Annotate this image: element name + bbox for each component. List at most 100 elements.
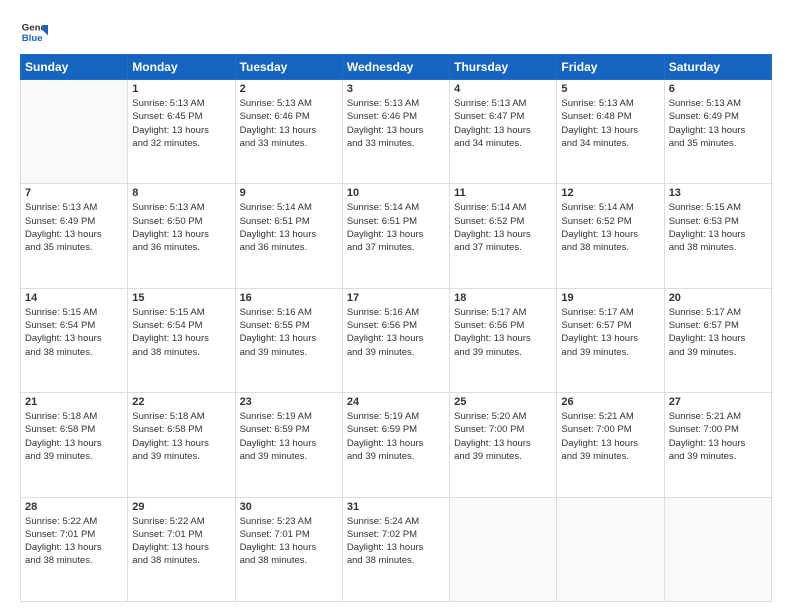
header: General Blue (20, 18, 772, 46)
day-number: 22 (132, 396, 230, 408)
calendar-cell: 4 Sunrise: 5:13 AMSunset: 6:47 PMDaylight… (450, 80, 557, 184)
day-number: 9 (240, 187, 338, 199)
calendar-cell: 26 Sunrise: 5:21 AMSunset: 7:00 PMDayligh… (557, 393, 664, 497)
calendar-cell: 3 Sunrise: 5:13 AMSunset: 6:46 PMDaylight… (342, 80, 449, 184)
day-number: 7 (25, 187, 123, 199)
cell-info: Sunrise: 5:18 AMSunset: 6:58 PMDaylight:… (132, 410, 230, 463)
day-number: 5 (561, 83, 659, 95)
weekday-header-wednesday: Wednesday (342, 55, 449, 80)
day-number: 31 (347, 501, 445, 513)
weekday-header-saturday: Saturday (664, 55, 771, 80)
day-number: 26 (561, 396, 659, 408)
day-number: 29 (132, 501, 230, 513)
calendar-cell (664, 497, 771, 601)
day-number: 15 (132, 292, 230, 304)
calendar-cell: 28Sunrise: 5:22 AMSunset: 7:01 PMDayligh… (21, 497, 128, 601)
day-number: 16 (240, 292, 338, 304)
day-number: 21 (25, 396, 123, 408)
day-number: 17 (347, 292, 445, 304)
calendar-cell: 1 Sunrise: 5:13 AMSunset: 6:45 PMDaylight… (128, 80, 235, 184)
cell-info: Sunrise: 5:19 AMSunset: 6:59 PMDaylight:… (240, 410, 338, 463)
calendar-cell: 2 Sunrise: 5:13 AMSunset: 6:46 PMDaylight… (235, 80, 342, 184)
cell-info: Sunrise: 5:13 AMSunset: 6:49 PMDaylight:… (669, 97, 767, 150)
week-row-0: 1 Sunrise: 5:13 AMSunset: 6:45 PMDaylight… (21, 80, 772, 184)
week-row-3: 21 Sunrise: 5:18 AMSunset: 6:58 PMDayligh… (21, 393, 772, 497)
calendar-cell (21, 80, 128, 184)
cell-info: Sunrise: 5:14 AMSunset: 6:52 PMDaylight:… (561, 201, 659, 254)
calendar-cell: 5 Sunrise: 5:13 AMSunset: 6:48 PMDaylight… (557, 80, 664, 184)
calendar-cell: 20 Sunrise: 5:17 AMSunset: 6:57 PMDayligh… (664, 288, 771, 392)
calendar-cell: 13 Sunrise: 5:15 AMSunset: 6:53 PMDayligh… (664, 184, 771, 288)
cell-info: Sunrise: 5:13 AMSunset: 6:46 PMDaylight:… (240, 97, 338, 150)
calendar-cell: 6Sunrise: 5:13 AMSunset: 6:49 PMDaylight… (664, 80, 771, 184)
cell-info: Sunrise: 5:13 AMSunset: 6:47 PMDaylight:… (454, 97, 552, 150)
weekday-header-monday: Monday (128, 55, 235, 80)
calendar-cell: 19 Sunrise: 5:17 AMSunset: 6:57 PMDayligh… (557, 288, 664, 392)
calendar-cell: 12 Sunrise: 5:14 AMSunset: 6:52 PMDayligh… (557, 184, 664, 288)
day-number: 23 (240, 396, 338, 408)
day-number: 10 (347, 187, 445, 199)
day-number: 2 (240, 83, 338, 95)
day-number: 24 (347, 396, 445, 408)
day-number: 18 (454, 292, 552, 304)
calendar-cell (450, 497, 557, 601)
weekday-header-sunday: Sunday (21, 55, 128, 80)
cell-info: Sunrise: 5:17 AMSunset: 6:57 PMDaylight:… (561, 306, 659, 359)
svg-text:Blue: Blue (22, 33, 43, 44)
day-number: 14 (25, 292, 123, 304)
calendar-cell: 10Sunrise: 5:14 AMSunset: 6:51 PMDayligh… (342, 184, 449, 288)
cell-info: Sunrise: 5:21 AMSunset: 7:00 PMDaylight:… (669, 410, 767, 463)
calendar-cell: 18Sunrise: 5:17 AMSunset: 6:56 PMDayligh… (450, 288, 557, 392)
cell-info: Sunrise: 5:14 AMSunset: 6:51 PMDaylight:… (240, 201, 338, 254)
day-number: 25 (454, 396, 552, 408)
cell-info: Sunrise: 5:13 AMSunset: 6:46 PMDaylight:… (347, 97, 445, 150)
cell-info: Sunrise: 5:18 AMSunset: 6:58 PMDaylight:… (25, 410, 123, 463)
calendar-cell: 17Sunrise: 5:16 AMSunset: 6:56 PMDayligh… (342, 288, 449, 392)
cell-info: Sunrise: 5:13 AMSunset: 6:48 PMDaylight:… (561, 97, 659, 150)
calendar-cell: 16 Sunrise: 5:16 AMSunset: 6:55 PMDayligh… (235, 288, 342, 392)
day-number: 19 (561, 292, 659, 304)
calendar-cell: 15 Sunrise: 5:15 AMSunset: 6:54 PMDayligh… (128, 288, 235, 392)
calendar-table: SundayMondayTuesdayWednesdayThursdayFrid… (20, 54, 772, 602)
day-number: 20 (669, 292, 767, 304)
cell-info: Sunrise: 5:13 AMSunset: 6:45 PMDaylight:… (132, 97, 230, 150)
day-number: 12 (561, 187, 659, 199)
calendar-cell: 27 Sunrise: 5:21 AMSunset: 7:00 PMDayligh… (664, 393, 771, 497)
cell-info: Sunrise: 5:13 AMSunset: 6:49 PMDaylight:… (25, 201, 123, 254)
day-number: 8 (132, 187, 230, 199)
cell-info: Sunrise: 5:17 AMSunset: 6:57 PMDaylight:… (669, 306, 767, 359)
cell-info: Sunrise: 5:14 AMSunset: 6:52 PMDaylight:… (454, 201, 552, 254)
calendar-cell: 8 Sunrise: 5:13 AMSunset: 6:50 PMDaylight… (128, 184, 235, 288)
day-number: 13 (669, 187, 767, 199)
calendar-cell: 31 Sunrise: 5:24 AMSunset: 7:02 PMDayligh… (342, 497, 449, 601)
weekday-header-tuesday: Tuesday (235, 55, 342, 80)
logo: General Blue (20, 18, 48, 46)
cell-info: Sunrise: 5:20 AMSunset: 7:00 PMDaylight:… (454, 410, 552, 463)
cell-info: Sunrise: 5:13 AMSunset: 6:50 PMDaylight:… (132, 201, 230, 254)
cell-info: Sunrise: 5:21 AMSunset: 7:00 PMDaylight:… (561, 410, 659, 463)
calendar-cell: 7 Sunrise: 5:13 AMSunset: 6:49 PMDaylight… (21, 184, 128, 288)
logo-icon: General Blue (20, 18, 48, 46)
calendar-cell: 9 Sunrise: 5:14 AMSunset: 6:51 PMDaylight… (235, 184, 342, 288)
day-number: 11 (454, 187, 552, 199)
day-number: 1 (132, 83, 230, 95)
day-number: 30 (240, 501, 338, 513)
calendar-cell: 24Sunrise: 5:19 AMSunset: 6:59 PMDayligh… (342, 393, 449, 497)
cell-info: Sunrise: 5:22 AMSunset: 7:01 PMDaylight:… (25, 515, 123, 568)
day-number: 3 (347, 83, 445, 95)
calendar-cell (557, 497, 664, 601)
cell-info: Sunrise: 5:15 AMSunset: 6:54 PMDaylight:… (25, 306, 123, 359)
cell-info: Sunrise: 5:16 AMSunset: 6:55 PMDaylight:… (240, 306, 338, 359)
cell-info: Sunrise: 5:15 AMSunset: 6:53 PMDaylight:… (669, 201, 767, 254)
calendar-cell: 25 Sunrise: 5:20 AMSunset: 7:00 PMDayligh… (450, 393, 557, 497)
weekday-header-row: SundayMondayTuesdayWednesdayThursdayFrid… (21, 55, 772, 80)
day-number: 4 (454, 83, 552, 95)
cell-info: Sunrise: 5:24 AMSunset: 7:02 PMDaylight:… (347, 515, 445, 568)
calendar-cell: 11 Sunrise: 5:14 AMSunset: 6:52 PMDayligh… (450, 184, 557, 288)
page: General Blue SundayMondayTuesdayWednesda… (0, 0, 792, 612)
cell-info: Sunrise: 5:15 AMSunset: 6:54 PMDaylight:… (132, 306, 230, 359)
day-number: 27 (669, 396, 767, 408)
cell-info: Sunrise: 5:22 AMSunset: 7:01 PMDaylight:… (132, 515, 230, 568)
calendar-cell: 21 Sunrise: 5:18 AMSunset: 6:58 PMDayligh… (21, 393, 128, 497)
week-row-4: 28Sunrise: 5:22 AMSunset: 7:01 PMDayligh… (21, 497, 772, 601)
